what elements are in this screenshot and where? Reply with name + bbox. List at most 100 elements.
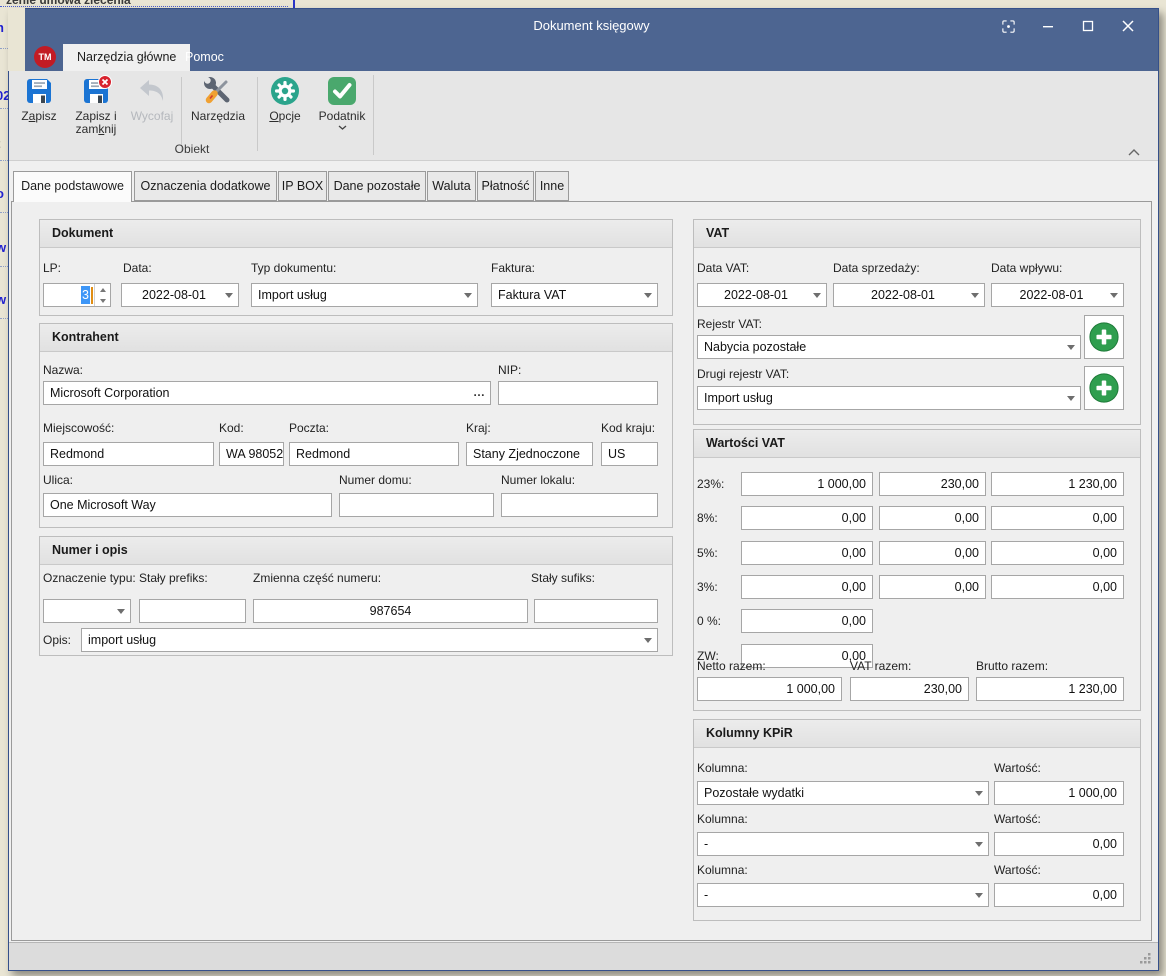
kod-kraju-input[interactable]: US bbox=[601, 442, 658, 466]
vat-rate-label: 5%: bbox=[697, 546, 718, 560]
staly-sufiks-input[interactable] bbox=[534, 599, 658, 623]
lp-value: 3 bbox=[81, 286, 90, 304]
faktura-label: Faktura: bbox=[491, 261, 535, 275]
data-sprzedazy-combobox[interactable]: 2022-08-01 bbox=[833, 283, 985, 307]
spin-up-button[interactable] bbox=[95, 284, 110, 295]
section-header: Dokument bbox=[40, 220, 672, 248]
kraj-input[interactable]: Stany Zjednoczone bbox=[466, 442, 593, 466]
vat-3-brutto-input[interactable]: 0,00 bbox=[991, 575, 1124, 599]
section-header: Wartości VAT bbox=[694, 430, 1140, 458]
rejestr-vat-combobox[interactable]: Nabycia pozostałe bbox=[697, 335, 1081, 359]
vat-8-netto-input[interactable]: 0,00 bbox=[741, 506, 873, 530]
resize-grip[interactable] bbox=[1138, 951, 1152, 965]
spin-down-button[interactable] bbox=[95, 295, 110, 306]
wartosc-label: Wartość: bbox=[994, 863, 1041, 877]
kod-input[interactable]: WA 98052 bbox=[219, 442, 284, 466]
ribbon-tab-pomoc[interactable]: Pomoc bbox=[171, 44, 238, 71]
dropdown-arrow-icon bbox=[975, 893, 983, 898]
vat-5-brutto-input[interactable]: 0,00 bbox=[991, 541, 1124, 565]
fit-window-button[interactable] bbox=[992, 14, 1024, 38]
close-button[interactable] bbox=[1112, 14, 1144, 38]
add-rejestr-vat-button[interactable] bbox=[1084, 315, 1124, 359]
miejscowosc-input[interactable]: Redmond bbox=[43, 442, 214, 466]
vat-8-brutto-input[interactable]: 0,00 bbox=[991, 506, 1124, 530]
vat-razem-input[interactable]: 230,00 bbox=[850, 677, 969, 701]
nazwa-input[interactable]: Microsoft Corporation … bbox=[43, 381, 491, 405]
minimize-button[interactable] bbox=[1032, 14, 1064, 38]
nazwa-ellipsis-button[interactable]: … bbox=[473, 382, 486, 402]
maximize-button[interactable] bbox=[1072, 14, 1104, 38]
background-letter: w bbox=[0, 292, 6, 307]
kolumna-2-combobox[interactable]: - bbox=[697, 832, 989, 856]
collapse-ribbon-button[interactable] bbox=[1124, 145, 1144, 159]
staly-sufiks-label: Stały sufiks: bbox=[531, 571, 595, 585]
plus-icon bbox=[1088, 372, 1120, 404]
tab-inne[interactable]: Inne bbox=[535, 171, 569, 201]
drugi-rejestr-vat-combobox[interactable]: Import usług bbox=[697, 386, 1081, 410]
tab-ip-box[interactable]: IP BOX bbox=[278, 171, 327, 201]
tools-icon bbox=[202, 75, 234, 107]
kolumna-3-combobox[interactable]: - bbox=[697, 883, 989, 907]
wartosc-2-input[interactable]: 0,00 bbox=[994, 832, 1124, 856]
dropdown-arrow-icon bbox=[644, 293, 652, 298]
background-window-top-strip: zenie umowa zlecenia bbox=[0, 0, 1166, 8]
nazwa-label: Nazwa: bbox=[43, 363, 83, 377]
vat-rate-label: 3%: bbox=[697, 580, 718, 594]
minimize-icon bbox=[1042, 20, 1054, 32]
tab-waluta[interactable]: Waluta bbox=[427, 171, 476, 201]
tab-platnosc[interactable]: Płatność bbox=[477, 171, 534, 201]
staly-prefiks-input[interactable] bbox=[139, 599, 246, 623]
vat-5-vat-input[interactable]: 0,00 bbox=[879, 541, 986, 565]
data-vat-combobox[interactable]: 2022-08-01 bbox=[697, 283, 827, 307]
nip-input[interactable] bbox=[498, 381, 658, 405]
background-notch bbox=[8, 8, 25, 71]
wartosc-3-input[interactable]: 0,00 bbox=[994, 883, 1124, 907]
poczta-label: Poczta: bbox=[289, 421, 329, 435]
dropdown-arrow-icon bbox=[1110, 293, 1118, 298]
brutto-razem-input[interactable]: 1 230,00 bbox=[976, 677, 1124, 701]
tab-dane-podstawowe[interactable]: Dane podstawowe bbox=[13, 171, 132, 202]
poczta-input[interactable]: Redmond bbox=[289, 442, 459, 466]
numer-domu-input[interactable] bbox=[339, 493, 494, 517]
vat-8-vat-input[interactable]: 0,00 bbox=[879, 506, 986, 530]
lp-spinner[interactable]: 3 bbox=[43, 283, 111, 307]
vat-3-vat-input[interactable]: 0,00 bbox=[879, 575, 986, 599]
kod-label: Kod: bbox=[219, 421, 244, 435]
app-logo[interactable]: TM bbox=[34, 46, 56, 68]
text-caret bbox=[91, 287, 93, 304]
oznaczenie-typu-combobox[interactable] bbox=[43, 599, 131, 623]
lp-label: LP: bbox=[43, 261, 61, 275]
opis-combobox[interactable]: import usług bbox=[81, 628, 658, 652]
kolumna-1-combobox[interactable]: Pozostałe wydatki bbox=[697, 781, 989, 805]
vat-0-netto-input[interactable]: 0,00 bbox=[741, 609, 873, 633]
data-vat-label: Data VAT: bbox=[697, 261, 749, 275]
tab-oznaczenia-dodatkowe[interactable]: Oznaczenia dodatkowe bbox=[134, 171, 277, 201]
dropdown-arrow-icon bbox=[813, 293, 821, 298]
plus-icon bbox=[1088, 321, 1120, 353]
data-wplywu-combobox[interactable]: 2022-08-01 bbox=[991, 283, 1124, 307]
vat-23-vat-input[interactable]: 230,00 bbox=[879, 472, 986, 496]
vat-23-netto-input[interactable]: 1 000,00 bbox=[741, 472, 873, 496]
rejestr-vat-label: Rejestr VAT: bbox=[697, 317, 762, 331]
vat-5-netto-input[interactable]: 0,00 bbox=[741, 541, 873, 565]
section-header: Kontrahent bbox=[40, 324, 672, 352]
numer-lokalu-input[interactable] bbox=[501, 493, 658, 517]
zmienna-czesc-input[interactable]: 987654 bbox=[253, 599, 528, 623]
background-dashed-mark bbox=[293, 0, 295, 8]
save-icon bbox=[23, 75, 55, 107]
wartosc-1-input[interactable]: 1 000,00 bbox=[994, 781, 1124, 805]
ulica-input[interactable]: One Microsoft Way bbox=[43, 493, 332, 517]
add-drugi-rejestr-vat-button[interactable] bbox=[1084, 366, 1124, 410]
kolumna-label: Kolumna: bbox=[697, 761, 748, 775]
data-combobox[interactable]: 2022-08-01 bbox=[121, 283, 239, 307]
tab-dane-pozostale[interactable]: Dane pozostałe bbox=[328, 171, 426, 201]
vat-23-brutto-input[interactable]: 1 230,00 bbox=[991, 472, 1124, 496]
netto-razem-input[interactable]: 1 000,00 bbox=[697, 677, 842, 701]
zmienna-czesc-label: Zmienna część numeru: bbox=[253, 571, 381, 585]
faktura-combobox[interactable]: Faktura VAT bbox=[491, 283, 658, 307]
typ-dokumentu-combobox[interactable]: Import usług bbox=[251, 283, 478, 307]
vat-3-netto-input[interactable]: 0,00 bbox=[741, 575, 873, 599]
kraj-label: Kraj: bbox=[466, 421, 491, 435]
vat-rate-label: 23%: bbox=[697, 477, 724, 491]
dropdown-arrow-icon bbox=[975, 791, 983, 796]
